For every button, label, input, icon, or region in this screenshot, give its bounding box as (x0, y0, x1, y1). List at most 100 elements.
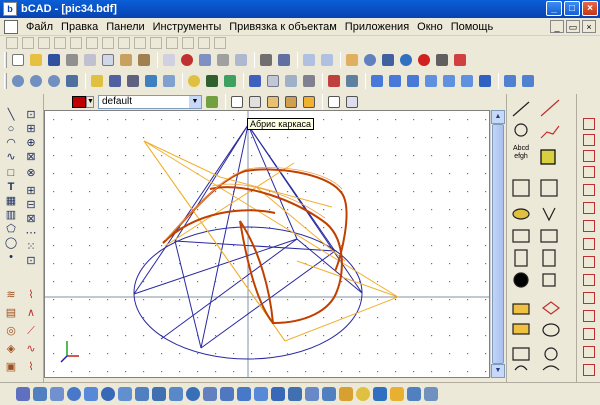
extrude-tool-icon[interactable]: ▤ (4, 306, 18, 320)
snap-endpoint-icon[interactable]: ⊡ (24, 108, 38, 122)
menu-edit[interactable]: Правка (57, 21, 102, 33)
layers-manager-icon[interactable] (204, 94, 220, 110)
regenerate-icon[interactable] (398, 52, 414, 68)
subtract-solid-icon[interactable] (254, 387, 268, 401)
grid-icon[interactable] (233, 52, 249, 68)
revolve-tool-icon[interactable]: ◎ (4, 324, 18, 338)
loft-solid-icon[interactable] (186, 387, 200, 401)
loft-tool-icon[interactable]: ◈ (4, 342, 18, 356)
union-solid-icon[interactable] (237, 387, 251, 401)
chevron-down-icon[interactable]: ▼ (189, 96, 201, 108)
constraint-6-icon[interactable] (583, 202, 595, 214)
polygon-tool-icon[interactable]: ⬠ (4, 222, 18, 236)
select-cross-icon[interactable] (179, 52, 195, 68)
menu-help[interactable]: Помощь (447, 21, 498, 33)
scroll-down-button[interactable]: ▼ (491, 364, 505, 378)
snap-mode-icon[interactable]: ⊡ (24, 254, 38, 268)
arc-tool-icon[interactable]: ◠ (4, 136, 18, 150)
eye-icon[interactable] (107, 73, 123, 89)
fillet-solid-icon[interactable] (305, 387, 319, 401)
constraint-4-icon[interactable] (583, 166, 595, 178)
layer-stack-icon[interactable] (222, 73, 238, 89)
bulb-icon[interactable] (356, 387, 370, 401)
view-tile-icon[interactable] (520, 73, 536, 89)
view-top-icon[interactable] (369, 73, 385, 89)
snap-perp-icon[interactable]: ⊟ (24, 198, 38, 212)
menu-snap[interactable]: Привязка к объектам (225, 21, 341, 33)
box-solid-icon[interactable] (16, 387, 30, 401)
pointer-icon[interactable] (215, 52, 231, 68)
table-icon[interactable] (247, 73, 263, 89)
slice-solid-icon[interactable] (288, 387, 302, 401)
snap-intersect-icon[interactable]: ⊗ (24, 166, 38, 180)
layout-icon[interactable] (283, 73, 299, 89)
zoom-window-icon[interactable] (10, 73, 26, 89)
extrude-solid-icon[interactable] (152, 387, 166, 401)
cut-icon[interactable] (82, 52, 98, 68)
paste-icon[interactable] (118, 52, 134, 68)
constraint-2-icon[interactable] (583, 134, 595, 146)
curve-bend-icon[interactable]: ∧ (24, 306, 38, 320)
circle-tool-icon[interactable]: ○ (4, 122, 18, 136)
ellipse-tool-icon[interactable]: ◯ (4, 236, 18, 250)
scene-icon[interactable] (407, 387, 421, 401)
text-tool-icon[interactable]: T (4, 180, 18, 194)
stop-icon[interactable] (416, 52, 432, 68)
menu-panels[interactable]: Панели (102, 21, 148, 33)
vertical-scrollbar[interactable]: ▲ ▼ (490, 110, 505, 378)
wedge-solid-icon[interactable] (33, 387, 47, 401)
sweep-tool-icon[interactable]: ▣ (4, 360, 18, 374)
flat-shade-mode-icon[interactable] (283, 94, 299, 110)
printer-icon[interactable] (258, 52, 274, 68)
color-swatch[interactable] (72, 96, 86, 108)
snap-node-icon[interactable]: ⊠ (24, 150, 38, 164)
wireframe-mode-icon[interactable] (229, 94, 245, 110)
zoom-icon[interactable] (362, 52, 378, 68)
snap-tangent-icon[interactable]: ⊠ (24, 212, 38, 226)
snap-midpoint-icon[interactable]: ⊞ (24, 122, 38, 136)
scroll-up-button[interactable]: ▲ (491, 110, 505, 124)
hatch-tool-icon[interactable]: ▦ (4, 194, 18, 208)
sheet-icon[interactable] (265, 73, 281, 89)
snap-near-icon[interactable]: ⋯ (24, 226, 38, 240)
intersect-solid-icon[interactable] (271, 387, 285, 401)
material-sphere-icon[interactable] (390, 387, 404, 401)
constraint-8-icon[interactable] (583, 238, 595, 250)
brush-icon[interactable] (326, 73, 342, 89)
scroll-thumb[interactable] (492, 124, 504, 364)
view-iso-icon[interactable] (477, 73, 493, 89)
constraint-7-icon[interactable] (583, 220, 595, 232)
point-tool-icon[interactable]: • (4, 250, 18, 264)
panel-mode-icon[interactable] (344, 94, 360, 110)
snap-center-icon[interactable]: ⊕ (24, 136, 38, 150)
print-icon[interactable] (64, 52, 80, 68)
shaded-mode-icon[interactable] (265, 94, 281, 110)
pencil-icon[interactable] (89, 73, 105, 89)
constraint-12-icon[interactable] (583, 310, 595, 322)
curve-edit-icon[interactable]: ⌇ (24, 288, 38, 302)
zoom-in-icon[interactable] (28, 73, 44, 89)
cone-solid-icon[interactable] (84, 387, 98, 401)
camera-icon[interactable] (125, 73, 141, 89)
layer-select[interactable]: default ▼ (98, 95, 202, 109)
shell-solid-icon[interactable] (220, 387, 234, 401)
wrench-icon[interactable] (434, 52, 450, 68)
print-preview-icon[interactable] (301, 73, 317, 89)
curve-wave-icon[interactable]: ∿ (24, 342, 38, 356)
view-split-icon[interactable] (502, 73, 518, 89)
curve-trim-icon[interactable]: ⟋ (24, 324, 38, 338)
constraint-11-icon[interactable] (583, 292, 595, 304)
menu-file[interactable]: Файл (22, 21, 57, 33)
render-icon[interactable] (143, 73, 159, 89)
menu-window[interactable]: Окно (413, 21, 447, 33)
clipboard-icon[interactable] (136, 52, 152, 68)
light-icon[interactable] (161, 73, 177, 89)
view-back-icon[interactable] (441, 73, 457, 89)
doc-minimize-button[interactable]: _ (550, 20, 564, 33)
move-view-icon[interactable] (380, 52, 396, 68)
drawing-canvas[interactable] (44, 110, 490, 378)
minimize-button[interactable]: _ (546, 1, 562, 16)
help-pointer-icon[interactable] (452, 52, 468, 68)
chamfer-solid-icon[interactable] (322, 387, 336, 401)
bcad-app-icon[interactable]: b (3, 2, 17, 16)
